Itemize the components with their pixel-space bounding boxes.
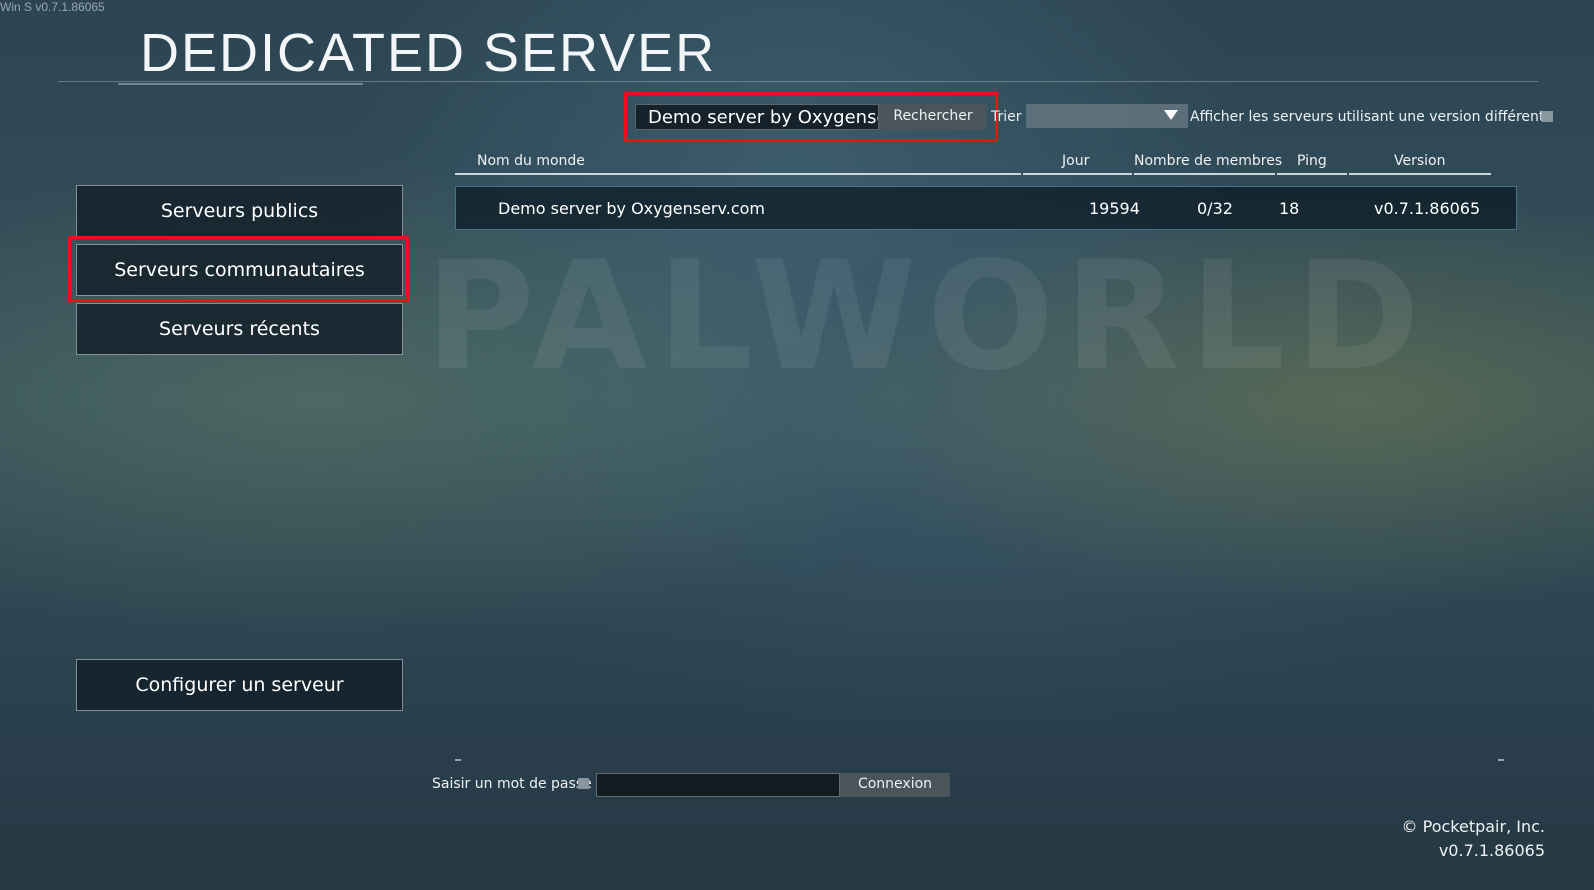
show-different-version-label: Afficher les serveurs utilisant une vers… <box>1190 109 1554 125</box>
row-ping: 18 <box>1279 199 1300 218</box>
column-underline-world-name <box>455 173 1021 175</box>
table-row[interactable]: Demo server by Oxygenserv.com 19594 0/32… <box>455 186 1517 230</box>
search-input-value: Demo server by Oxygenserv.com <box>648 107 878 128</box>
list-corner-marker-left <box>455 759 461 761</box>
password-checkbox[interactable] <box>578 778 589 789</box>
row-members: 0/32 <box>1197 199 1233 218</box>
chevron-down-icon <box>1164 110 1178 120</box>
row-version: v0.7.1.86065 <box>1374 199 1481 218</box>
password-label: Saisir un mot de passe <box>432 776 592 792</box>
sort-dropdown[interactable] <box>1026 104 1188 128</box>
search-button[interactable]: Rechercher <box>879 104 987 130</box>
column-underline-members <box>1134 173 1275 175</box>
configure-server-button[interactable]: Configurer un serveur <box>76 659 403 711</box>
column-underline-day <box>1023 173 1132 175</box>
footer-version: v0.7.1.86065 <box>1438 841 1545 860</box>
column-underline-ping <box>1277 173 1347 175</box>
list-corner-marker-right <box>1498 759 1504 761</box>
column-header-day[interactable]: Jour <box>1062 153 1089 169</box>
sidebar-item-community-servers[interactable]: Serveurs communautaires <box>76 244 403 296</box>
background-logo-watermark: PALWORLD <box>425 230 1430 404</box>
column-header-world-name[interactable]: Nom du monde <box>477 153 585 169</box>
copyright-text: © Pocketpair, Inc. <box>1401 817 1545 836</box>
password-input[interactable] <box>596 773 840 797</box>
column-header-version[interactable]: Version <box>1394 153 1445 169</box>
column-underline-version <box>1349 173 1491 175</box>
show-different-version-checkbox[interactable] <box>1542 111 1553 122</box>
connect-button[interactable]: Connexion <box>840 773 950 797</box>
row-world-name: Demo server by Oxygenserv.com <box>498 199 765 218</box>
title-divider <box>58 81 1538 82</box>
search-input[interactable]: Demo server by Oxygenserv.com <box>635 104 879 130</box>
sort-label: Trier <box>991 109 1022 125</box>
row-day: 19594 <box>1089 199 1140 218</box>
sidebar-item-recent-servers[interactable]: Serveurs récents <box>76 303 403 355</box>
sidebar-item-public-servers[interactable]: Serveurs publics <box>76 185 403 237</box>
build-version-tag: Win S v0.7.1.86065 <box>0 0 105 14</box>
title-accent-divider <box>118 83 363 85</box>
column-header-members[interactable]: Nombre de membres <box>1134 153 1282 169</box>
page-title: DEDICATED SERVER <box>140 23 717 83</box>
column-header-ping[interactable]: Ping <box>1297 153 1327 169</box>
